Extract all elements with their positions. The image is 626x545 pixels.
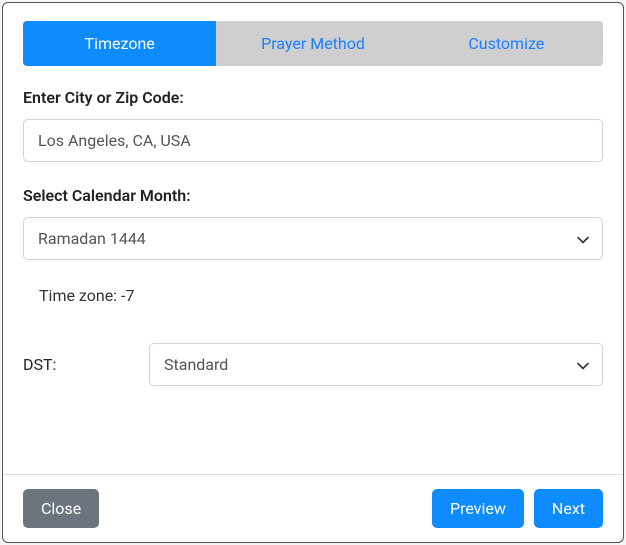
tab-bar: Timezone Prayer Method Customize [23, 21, 603, 66]
close-button[interactable]: Close [23, 489, 99, 528]
tab-prayer-method[interactable]: Prayer Method [216, 21, 409, 66]
tab-timezone[interactable]: Timezone [23, 21, 216, 66]
dst-select-wrap: Standard [149, 343, 603, 386]
city-input[interactable] [23, 119, 603, 162]
next-button[interactable]: Next [534, 489, 603, 528]
modal-body: Timezone Prayer Method Customize Enter C… [3, 3, 623, 474]
dst-row: DST: Standard [23, 343, 603, 386]
dst-label: DST: [23, 355, 133, 374]
city-label: Enter City or Zip Code: [23, 88, 603, 107]
preview-button[interactable]: Preview [432, 489, 524, 528]
dst-select[interactable]: Standard [149, 343, 603, 386]
timezone-offset-text: Time zone: -7 [23, 278, 603, 305]
month-select-wrap: Ramadan 1444 [23, 217, 603, 260]
month-label: Select Calendar Month: [23, 186, 603, 205]
settings-modal: Timezone Prayer Method Customize Enter C… [2, 2, 624, 543]
modal-footer: Close Preview Next [3, 474, 623, 542]
footer-right: Preview Next [432, 489, 603, 528]
tab-customize[interactable]: Customize [410, 21, 603, 66]
month-select[interactable]: Ramadan 1444 [23, 217, 603, 260]
